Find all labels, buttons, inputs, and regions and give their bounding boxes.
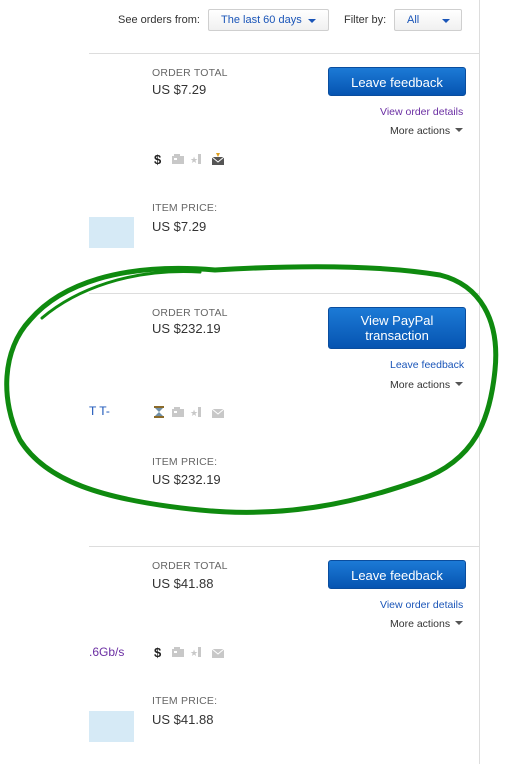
chevron-down-icon: [308, 19, 316, 23]
order-total-value: US $41.88: [152, 576, 214, 591]
hourglass-icon: [154, 406, 164, 418]
order-total-label: ORDER TOTAL: [152, 560, 228, 572]
view-paypal-transaction-button[interactable]: View PayPal transaction: [328, 307, 466, 349]
order-total-value: US $7.29: [152, 82, 207, 97]
button-label-line2: transaction: [365, 328, 429, 343]
mail-icon: [211, 648, 225, 658]
svg-text:★: ★: [190, 409, 198, 419]
period-select-value: The last 60 days: [221, 14, 302, 26]
shipping-card-icon: [172, 647, 184, 657]
order-divider: [89, 546, 479, 547]
chevron-down-icon: [455, 128, 464, 132]
svg-text:★: ★: [190, 156, 198, 166]
item-price-label: ITEM PRICE:: [152, 456, 218, 468]
shipping-card-icon: [172, 154, 184, 164]
dollar-icon: $: [154, 152, 162, 166]
view-order-details-link[interactable]: View order details: [380, 106, 463, 118]
chevron-down-icon: [455, 382, 464, 386]
star-feedback-icon: ★: [190, 154, 201, 166]
more-actions-label: More actions: [390, 618, 451, 630]
button-label-line1: View PayPal: [360, 313, 434, 328]
item-thumbnail[interactable]: [89, 217, 134, 248]
view-order-details-link[interactable]: View order details: [380, 599, 463, 611]
scroll-gutter: [480, 0, 507, 764]
star-feedback-icon: ★: [190, 647, 201, 659]
filter-select[interactable]: All: [394, 9, 462, 31]
leave-feedback-button[interactable]: Leave feedback: [328, 67, 466, 96]
filter-by-label: Filter by:: [344, 14, 387, 26]
leave-feedback-button[interactable]: Leave feedback: [328, 560, 466, 589]
period-select[interactable]: The last 60 days: [208, 9, 329, 31]
item-price-value: US $41.88: [152, 712, 214, 727]
svg-text:★: ★: [190, 649, 198, 659]
star-feedback-icon: ★: [190, 407, 201, 419]
order-total-label: ORDER TOTAL: [152, 307, 228, 319]
item-thumbnail[interactable]: [89, 711, 134, 742]
see-orders-label: See orders from:: [118, 14, 200, 26]
mail-icon: [211, 408, 225, 418]
svg-text:$: $: [154, 645, 162, 659]
order-total-label: ORDER TOTAL: [152, 67, 228, 79]
shipping-card-icon: [172, 407, 184, 417]
more-actions-label: More actions: [390, 125, 451, 137]
chevron-down-icon: [442, 19, 450, 23]
item-price-value: US $232.19: [152, 472, 221, 487]
leave-feedback-link[interactable]: Leave feedback: [390, 359, 464, 371]
more-actions-menu[interactable]: More actions: [390, 125, 464, 137]
item-price-label: ITEM PRICE:: [152, 202, 218, 214]
orders-filter-bar: See orders from: The last 60 days Filter…: [0, 0, 479, 52]
filter-select-value: All: [407, 14, 420, 26]
item-price-label: ITEM PRICE:: [152, 695, 218, 707]
more-actions-label: More actions: [390, 379, 451, 391]
order-divider: [89, 53, 479, 54]
item-price-value: US $7.29: [152, 219, 207, 234]
order-total-value: US $232.19: [152, 321, 221, 336]
more-actions-menu[interactable]: More actions: [390, 618, 464, 630]
svg-text:$: $: [154, 152, 162, 166]
dollar-icon: $: [154, 645, 162, 659]
more-actions-menu[interactable]: More actions: [390, 379, 464, 391]
mail-received-icon: [211, 153, 225, 165]
chevron-down-icon: [455, 621, 464, 625]
order-divider: [89, 293, 479, 294]
item-title-link[interactable]: .6Gb/s: [89, 645, 124, 659]
item-title-link[interactable]: T T-: [89, 404, 110, 418]
